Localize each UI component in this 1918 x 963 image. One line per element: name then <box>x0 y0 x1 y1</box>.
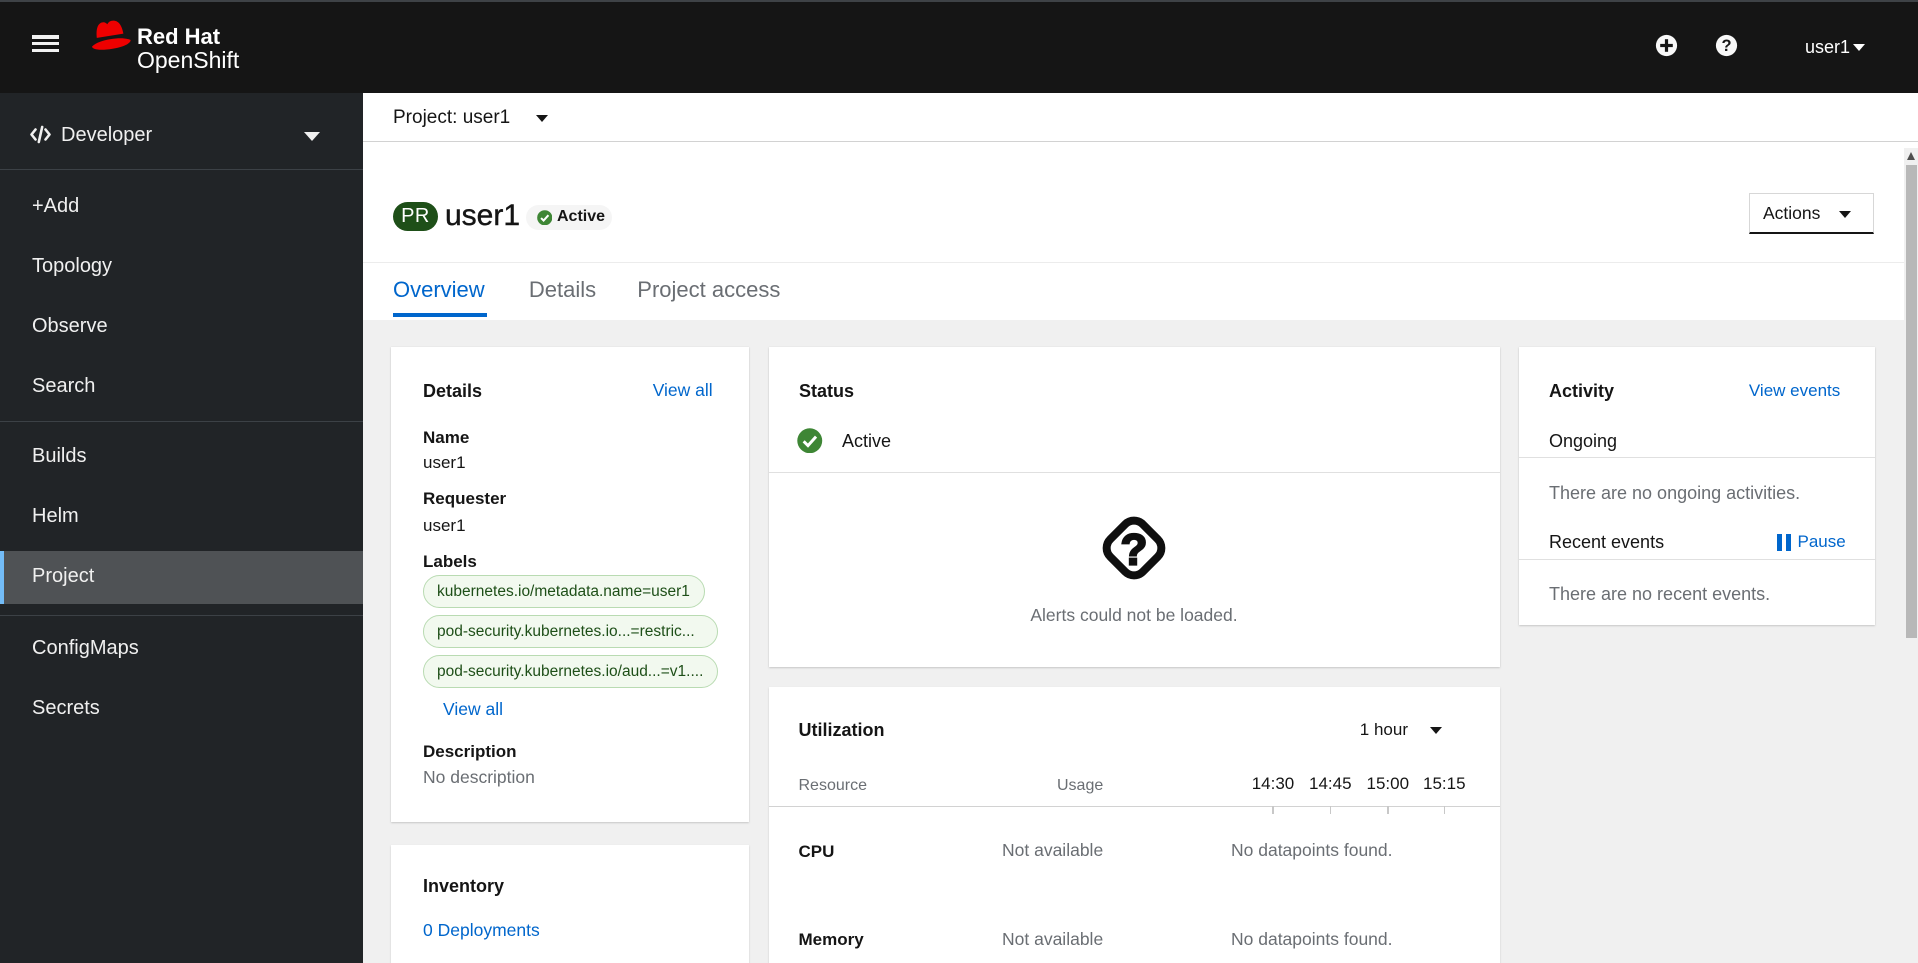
svg-text:?: ? <box>1721 37 1731 55</box>
svg-text:?: ? <box>1120 526 1147 575</box>
